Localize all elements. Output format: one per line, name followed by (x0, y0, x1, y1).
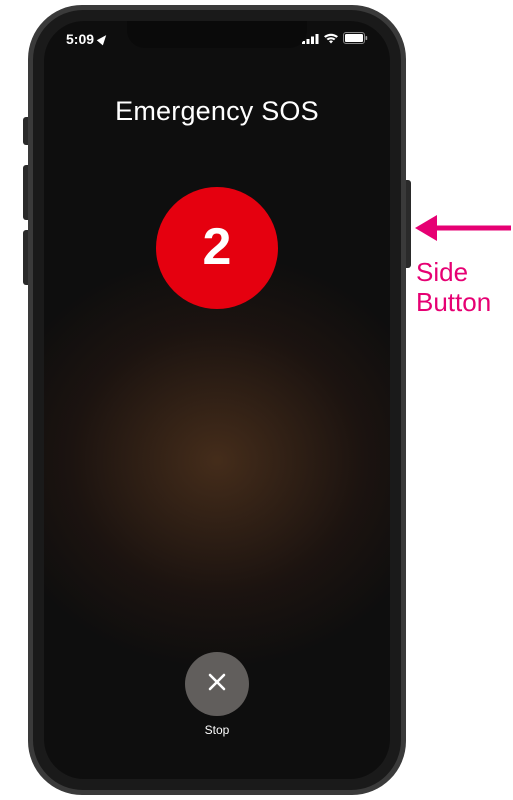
phone-frame: 5:09 (28, 5, 406, 795)
phone-bezel: 5:09 (33, 10, 401, 790)
battery-icon (343, 31, 368, 47)
annotation-line-2: Button (416, 287, 491, 317)
countdown-number: 2 (203, 217, 232, 277)
volume-up-button[interactable] (23, 165, 28, 220)
stop-label: Stop (205, 723, 230, 737)
arrow-icon (415, 205, 511, 256)
silent-switch[interactable] (23, 117, 28, 145)
close-icon (205, 670, 229, 699)
volume-down-button[interactable] (23, 230, 28, 285)
annotation-label: Side Button (416, 258, 491, 318)
screen: 5:09 (44, 21, 390, 779)
stop-group: Stop (185, 652, 249, 737)
status-time: 5:09 (66, 31, 94, 47)
notch (127, 21, 307, 48)
countdown-circle: 2 (156, 187, 278, 309)
wifi-icon (323, 31, 339, 47)
location-icon (97, 33, 110, 46)
page-title: Emergency SOS (44, 96, 390, 127)
stop-button[interactable] (185, 652, 249, 716)
annotation-line-1: Side (416, 257, 468, 287)
side-button[interactable] (406, 180, 411, 268)
